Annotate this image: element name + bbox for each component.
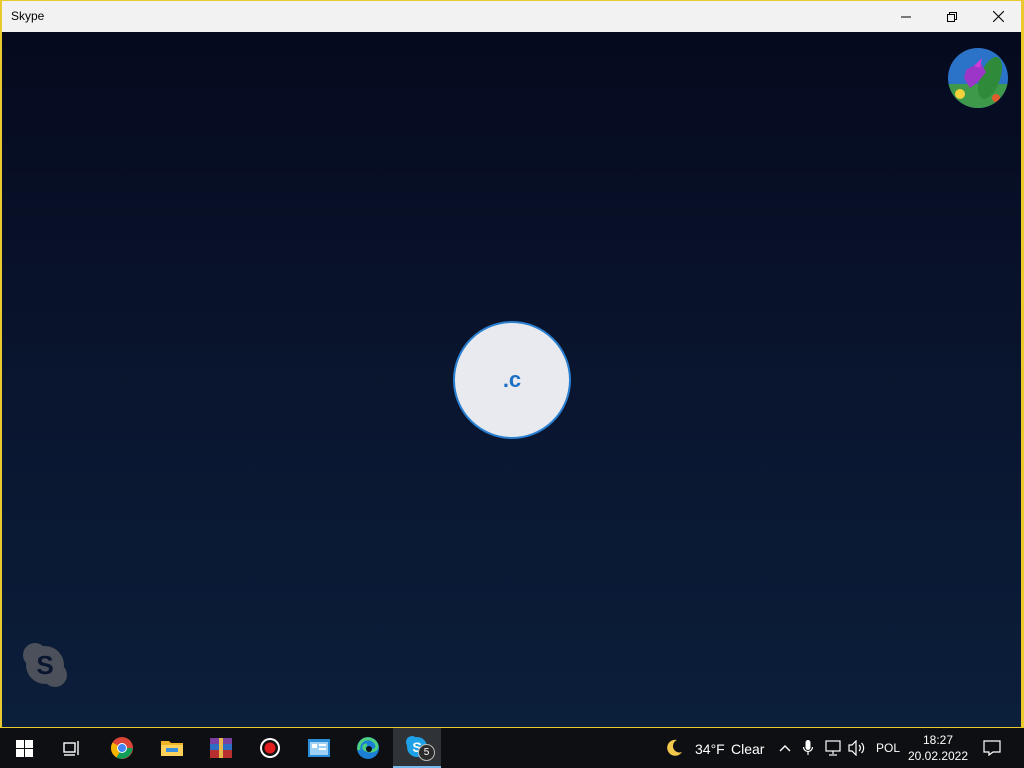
loading-indicator: .c xyxy=(453,321,571,439)
network-icon xyxy=(825,740,841,756)
app-button[interactable] xyxy=(295,728,343,768)
minimize-icon xyxy=(901,16,911,17)
weather-widget[interactable] xyxy=(652,728,696,768)
folder-icon xyxy=(161,741,183,756)
input-language[interactable]: POL xyxy=(876,741,900,755)
skype-loading-screen: .c S xyxy=(2,32,1021,727)
weather-temperature[interactable]: 34°F xyxy=(695,741,725,757)
skype-taskbar-button[interactable]: S 5 xyxy=(393,728,441,768)
clock[interactable]: 18:27 20.02.2022 xyxy=(906,732,970,764)
skype-notification-badge: 5 xyxy=(418,744,435,761)
clock-date: 20.02.2022 xyxy=(907,749,969,763)
chrome-icon xyxy=(111,737,133,759)
task-view-button[interactable] xyxy=(48,728,96,768)
svg-text:S: S xyxy=(36,650,53,680)
app-window-icon xyxy=(308,739,330,757)
restore-button[interactable] xyxy=(929,1,975,32)
profile-avatar[interactable] xyxy=(948,48,1008,108)
minimize-button[interactable] xyxy=(883,1,929,32)
show-hidden-icons-button[interactable] xyxy=(774,728,796,768)
windows-icon xyxy=(15,739,33,757)
chevron-up-icon xyxy=(779,745,791,752)
close-icon xyxy=(992,11,1004,22)
edge-button[interactable] xyxy=(344,728,392,768)
moon-icon xyxy=(667,739,682,756)
close-button[interactable] xyxy=(975,1,1021,32)
winrar-icon xyxy=(210,738,232,758)
microphone-icon xyxy=(803,740,813,755)
file-explorer-button[interactable] xyxy=(148,728,196,768)
skype-logo-icon: S xyxy=(22,642,68,688)
volume-tray-button[interactable] xyxy=(845,728,869,768)
task-view-icon xyxy=(63,741,79,756)
skype-window: Skype .c S xyxy=(2,1,1021,727)
clock-time: 18:27 xyxy=(922,733,954,747)
weather-condition[interactable]: Clear xyxy=(731,741,764,757)
microphone-tray-button[interactable] xyxy=(797,728,819,768)
window-title: Skype xyxy=(11,9,45,23)
winrar-button[interactable] xyxy=(197,728,245,768)
speaker-icon xyxy=(848,740,865,756)
edge-icon xyxy=(357,737,379,759)
network-tray-button[interactable] xyxy=(821,728,845,768)
loading-text: .c xyxy=(502,367,522,392)
notifications-button[interactable] xyxy=(970,728,1014,768)
record-icon xyxy=(260,738,280,758)
notification-icon xyxy=(983,740,1001,756)
restore-icon xyxy=(947,11,957,22)
recorder-button[interactable] xyxy=(246,728,294,768)
chrome-button[interactable] xyxy=(98,728,146,768)
title-bar[interactable]: Skype xyxy=(2,1,1021,32)
taskbar: S 5 34°F Clear POL 18:27 20.02.2022 xyxy=(0,728,1024,768)
start-button[interactable] xyxy=(0,728,48,768)
